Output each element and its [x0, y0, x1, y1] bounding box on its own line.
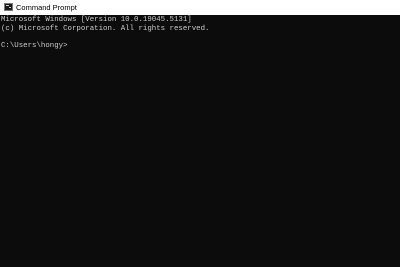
- command-prompt-window: Command Prompt Microsoft Windows [Versio…: [0, 0, 400, 267]
- command-prompt-line[interactable]: C:\Users\hongy>: [1, 42, 68, 51]
- cmd-icon: [4, 3, 13, 11]
- window-title: Command Prompt: [16, 3, 77, 12]
- console-line-version: Microsoft Windows [Version 10.0.19045.51…: [1, 16, 192, 24]
- console-output-area[interactable]: Microsoft Windows [Version 10.0.19045.51…: [0, 15, 400, 267]
- console-line-copyright: (c) Microsoft Corporation. All rights re…: [1, 25, 210, 33]
- title-bar[interactable]: Command Prompt: [0, 0, 400, 15]
